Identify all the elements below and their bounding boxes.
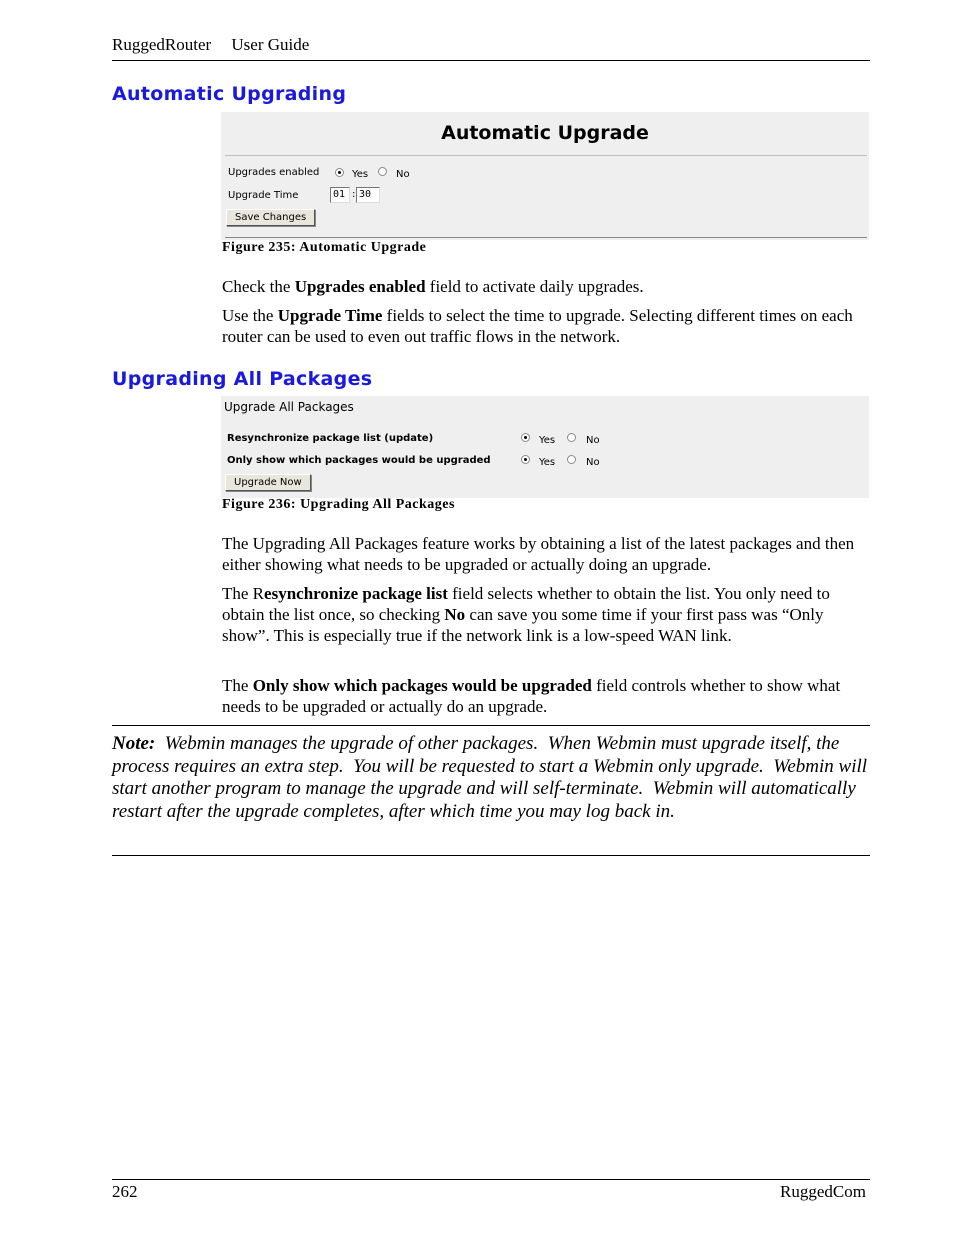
header-product: RuggedRouter [112,35,212,54]
upgrades-enabled-yes-radio[interactable] [335,168,344,177]
save-changes-button[interactable]: Save Changes [226,209,316,226]
note-top-rule [112,725,870,726]
resync-label: Resynchronize package list (update) [227,433,434,444]
upgrade-minute-input[interactable]: 30 [356,187,380,203]
only-show-no-radio[interactable] [567,455,576,464]
text: The R [222,584,265,603]
footer-rule [112,1179,870,1180]
paragraph: The Only show which packages would be up… [222,675,867,717]
resync-no-radio[interactable] [567,433,576,442]
no-label: No [586,457,600,468]
upgrade-time-label: Upgrade Time [228,190,299,201]
paragraph: Check the Upgrades enabled field to acti… [222,276,867,297]
section-heading-upgrading-all-packages: Upgrading All Packages [112,368,373,390]
figure-automatic-upgrade: Automatic Upgrade Upgrades enabled Yes N… [221,112,869,240]
upgrades-enabled-no-radio[interactable] [378,167,387,176]
bold-term: Upgrade Time [277,306,383,325]
header-rule [112,60,870,61]
note-block: Note: Webmin manages the upgrade of othe… [112,733,872,823]
only-show-label: Only show which packages would be upgrad… [227,455,491,466]
header-doc-title: User Guide [231,35,310,54]
text: Use the [222,306,278,325]
panel-title: Automatic Upgrade [441,122,649,144]
upgrade-hour-input[interactable]: 01 [330,187,350,203]
yes-label: Yes [539,435,556,446]
bold-term: No [444,605,466,624]
footer-brand: RuggedCom [780,1182,866,1201]
only-show-yes-radio[interactable] [521,455,530,464]
text: The [222,676,253,695]
note-bottom-rule [112,855,870,856]
paragraph: The Resynchronize package list field sel… [222,583,867,646]
no-label: No [586,435,600,446]
resync-yes-radio[interactable] [521,433,530,442]
figure-caption: Figure 236: Upgrading All Packages [222,497,455,512]
bold-term: esynchronize package list [264,584,448,603]
text: The Upgrading All Packages feature works… [222,534,855,574]
upgrade-now-button[interactable]: Upgrade Now [225,474,311,491]
text: Check the [222,277,295,296]
figure-upgrading-all-packages: Upgrade All Packages Resynchronize packa… [221,396,869,498]
no-label: No [396,169,410,180]
paragraph: Use the Upgrade Time fields to select th… [222,305,867,347]
figure-caption: Figure 235: Automatic Upgrade [222,240,427,255]
running-header: RuggedRouter User Guide [112,35,325,55]
upgrades-enabled-label: Upgrades enabled [228,167,320,178]
text: field to activate daily upgrades. [425,277,644,296]
section-heading-automatic-upgrading: Automatic Upgrading [112,83,347,105]
panel-title: Upgrade All Packages [224,400,354,414]
panel-bottom-divider [225,237,867,238]
bold-term: Only show which packages would be upgrad… [252,676,592,695]
paragraph: The Upgrading All Packages feature works… [222,533,867,575]
time-separator: : [352,189,356,200]
bold-term: Upgrades enabled [294,277,426,296]
note-text: Webmin manages the upgrade of other pack… [112,733,872,822]
page-number: 262 [112,1182,138,1201]
note-label: Note: [112,733,156,754]
panel-divider [225,155,867,156]
yes-label: Yes [352,169,369,180]
yes-label: Yes [539,457,556,468]
